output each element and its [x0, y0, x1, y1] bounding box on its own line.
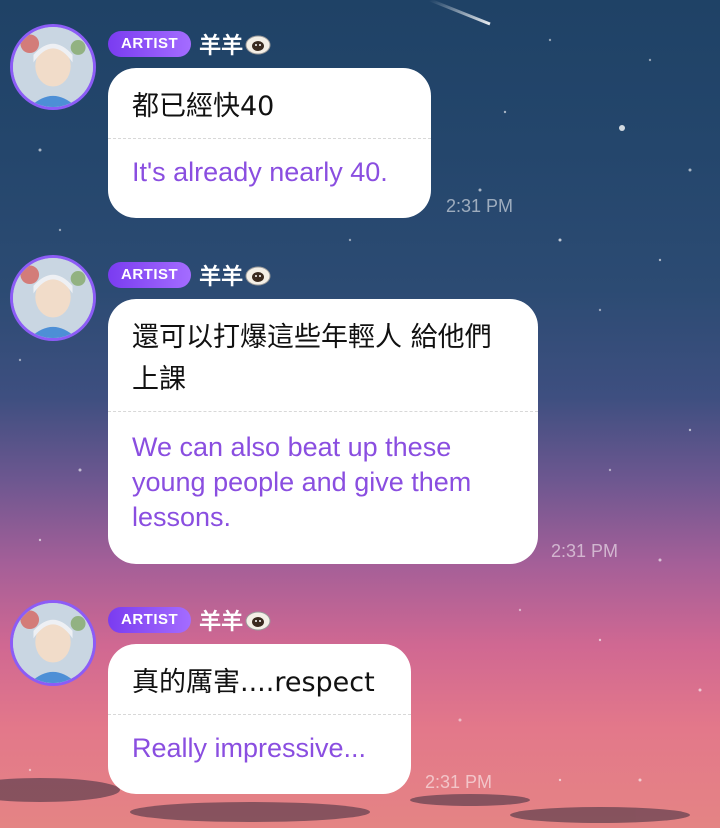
avatar-image [13, 258, 93, 338]
sender-name[interactable]: 羊羊 [199, 604, 271, 636]
sender-name-text: 羊羊 [199, 610, 244, 635]
sheep-icon [245, 266, 271, 286]
avatar-image [13, 603, 93, 683]
message-header: ARTIST 羊羊 [108, 605, 271, 635]
translated-text: We can also beat up these young people a… [132, 432, 472, 532]
sender-name[interactable]: 羊羊 [199, 28, 271, 60]
message-timestamp: 2:31 PM [551, 541, 619, 561]
sender-name-text: 羊羊 [199, 265, 244, 290]
avatar-image [13, 27, 93, 107]
translated-text: It's already nearly 40. [132, 157, 388, 187]
message-bubble[interactable]: 都已經快40 It's already nearly 40. [108, 68, 431, 218]
sheep-icon [245, 611, 271, 631]
avatar[interactable] [10, 24, 96, 110]
avatar[interactable] [10, 255, 96, 341]
original-text: 真的厲害....respect [132, 667, 375, 698]
original-text: 都已經快40 [132, 91, 275, 122]
translated-text: Really impressive... [132, 733, 367, 763]
sender-name-text: 羊羊 [199, 34, 244, 59]
artist-badge: ARTIST [108, 607, 192, 633]
avatar[interactable] [10, 600, 96, 686]
sender-name[interactable]: 羊羊 [199, 259, 271, 291]
sheep-icon [245, 35, 271, 55]
message-bubble[interactable]: 真的厲害....respect Really impressive... [108, 644, 411, 794]
message-timestamp: 2:31 PM [446, 196, 514, 216]
shooting-star [429, 0, 491, 26]
original-text: 還可以打爆這些年輕人 給他們上課 [132, 322, 492, 395]
artist-badge: ARTIST [108, 31, 192, 57]
artist-badge: ARTIST [108, 262, 192, 288]
message-header: ARTIST 羊羊 [108, 29, 271, 59]
message-bubble[interactable]: 還可以打爆這些年輕人 給他們上課 We can also beat up the… [108, 299, 538, 564]
message-header: ARTIST 羊羊 [108, 260, 271, 290]
message-timestamp: 2:31 PM [425, 772, 493, 792]
